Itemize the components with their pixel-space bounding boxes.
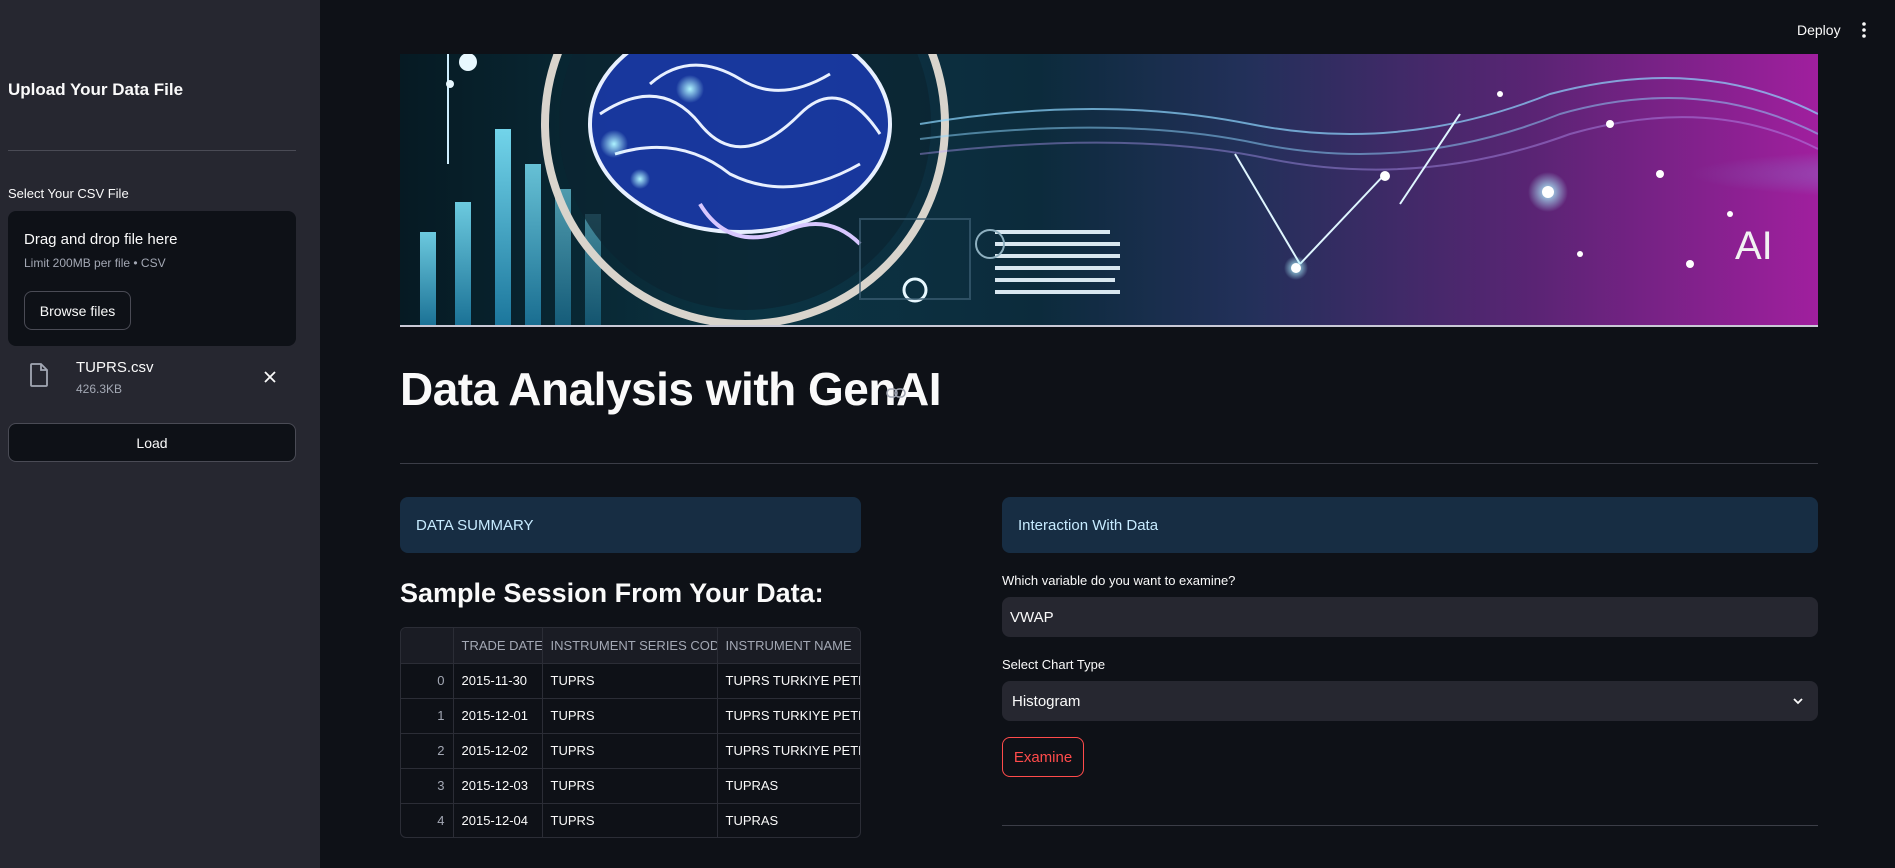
chart-type-value: Histogram — [1012, 692, 1081, 710]
table-header-instrument-name[interactable]: INSTRUMENT NAME — [717, 628, 860, 664]
dropzone-title: Drag and drop file here — [24, 231, 178, 248]
examine-button[interactable]: Examine — [1002, 737, 1084, 777]
table-cell[interactable]: 2 — [401, 733, 454, 769]
table-cell[interactable]: 2015-12-04 — [453, 803, 543, 837]
table-row: 1 2015-12-01 TUPRS TUPRS TURKIYE PETROLI — [401, 698, 860, 734]
variable-input[interactable]: VWAP — [1002, 597, 1818, 637]
table-header-row: TRADE DATE INSTRUMENT SERIES CODE INSTRU… — [401, 628, 860, 664]
file-icon — [30, 363, 48, 387]
banner-image: AI — [400, 54, 1818, 327]
browse-files-button[interactable]: Browse files — [24, 291, 131, 330]
table-cell[interactable]: TUPRS — [542, 663, 718, 699]
file-dropzone[interactable]: Drag and drop file here Limit 200MB per … — [8, 211, 296, 346]
table-row: 3 2015-12-03 TUPRS TUPRAS — [401, 768, 860, 804]
chart-type-select[interactable]: Histogram — [1002, 681, 1818, 721]
banner-illustration: AI — [420, 54, 1818, 325]
table-header-trade-date[interactable]: TRADE DATE — [453, 628, 543, 664]
table-cell[interactable]: TUPRS — [542, 733, 718, 769]
table-cell[interactable]: TUPRAS — [717, 768, 860, 804]
table-cell[interactable]: TUPRS TURKIYE PETROLI — [717, 698, 860, 734]
variable-label: Which variable do you want to examine? — [1002, 573, 1236, 588]
table-cell[interactable]: TUPRS — [542, 698, 718, 734]
table-cell[interactable]: 2015-12-02 — [453, 733, 543, 769]
table-header-series-code[interactable]: INSTRUMENT SERIES CODE — [542, 628, 718, 664]
sample-heading: Sample Session From Your Data: — [400, 578, 824, 608]
table-row: 2 2015-12-02 TUPRS TUPRS TURKIYE PETROLI — [401, 733, 860, 769]
table-cell[interactable]: TUPRS TURKIYE PETROLI — [717, 663, 860, 699]
link-icon[interactable] — [886, 386, 906, 400]
load-button[interactable]: Load — [8, 423, 296, 462]
uploaded-file: TUPRS.csv 426.3KB — [8, 355, 296, 403]
sidebar-title: Upload Your Data File — [8, 80, 184, 99]
more-vertical-icon[interactable] — [1860, 21, 1868, 39]
data-summary-box: DATA SUMMARY — [400, 497, 861, 553]
chart-type-label: Select Chart Type — [1002, 657, 1106, 672]
table-row: 4 2015-12-04 TUPRS TUPRAS — [401, 803, 860, 837]
file-uploader-label: Select Your CSV File — [8, 186, 129, 201]
page-title: Data Analysis with GenAI — [400, 363, 942, 415]
close-icon[interactable] — [262, 369, 278, 385]
title-divider — [400, 463, 1818, 464]
section-divider — [1002, 825, 1818, 826]
interaction-box: Interaction With Data — [1002, 497, 1818, 553]
sidebar-divider — [8, 150, 296, 151]
chevron-down-icon — [1793, 698, 1803, 705]
deploy-button[interactable]: Deploy — [1797, 22, 1841, 38]
data-table[interactable]: TRADE DATE INSTRUMENT SERIES CODE INSTRU… — [400, 627, 861, 838]
table-cell[interactable]: 1 — [401, 698, 454, 734]
table-cell[interactable]: 4 — [401, 803, 454, 837]
table-cell[interactable]: TUPRS — [542, 768, 718, 804]
banner-ai-label: AI — [1735, 224, 1773, 268]
table-cell[interactable]: 2015-12-03 — [453, 768, 543, 804]
dropzone-limit: Limit 200MB per file • CSV — [24, 256, 166, 270]
table-cell[interactable]: 2015-12-01 — [453, 698, 543, 734]
table-cell[interactable]: 0 — [401, 663, 454, 699]
uploaded-file-name: TUPRS.csv — [76, 359, 154, 376]
table-cell[interactable]: 3 — [401, 768, 454, 804]
sidebar: Upload Your Data File Select Your CSV Fi… — [0, 0, 320, 868]
uploaded-file-size: 426.3KB — [76, 382, 123, 396]
table-row: 0 2015-11-30 TUPRS TUPRS TURKIYE PETROLI — [401, 663, 860, 699]
table-cell[interactable]: TUPRAS — [717, 803, 860, 837]
table-cell[interactable]: TUPRS — [542, 803, 718, 837]
table-header-index[interactable] — [401, 628, 454, 664]
table-cell[interactable]: TUPRS TURKIYE PETROLI — [717, 733, 860, 769]
table-cell[interactable]: 2015-11-30 — [453, 663, 543, 699]
